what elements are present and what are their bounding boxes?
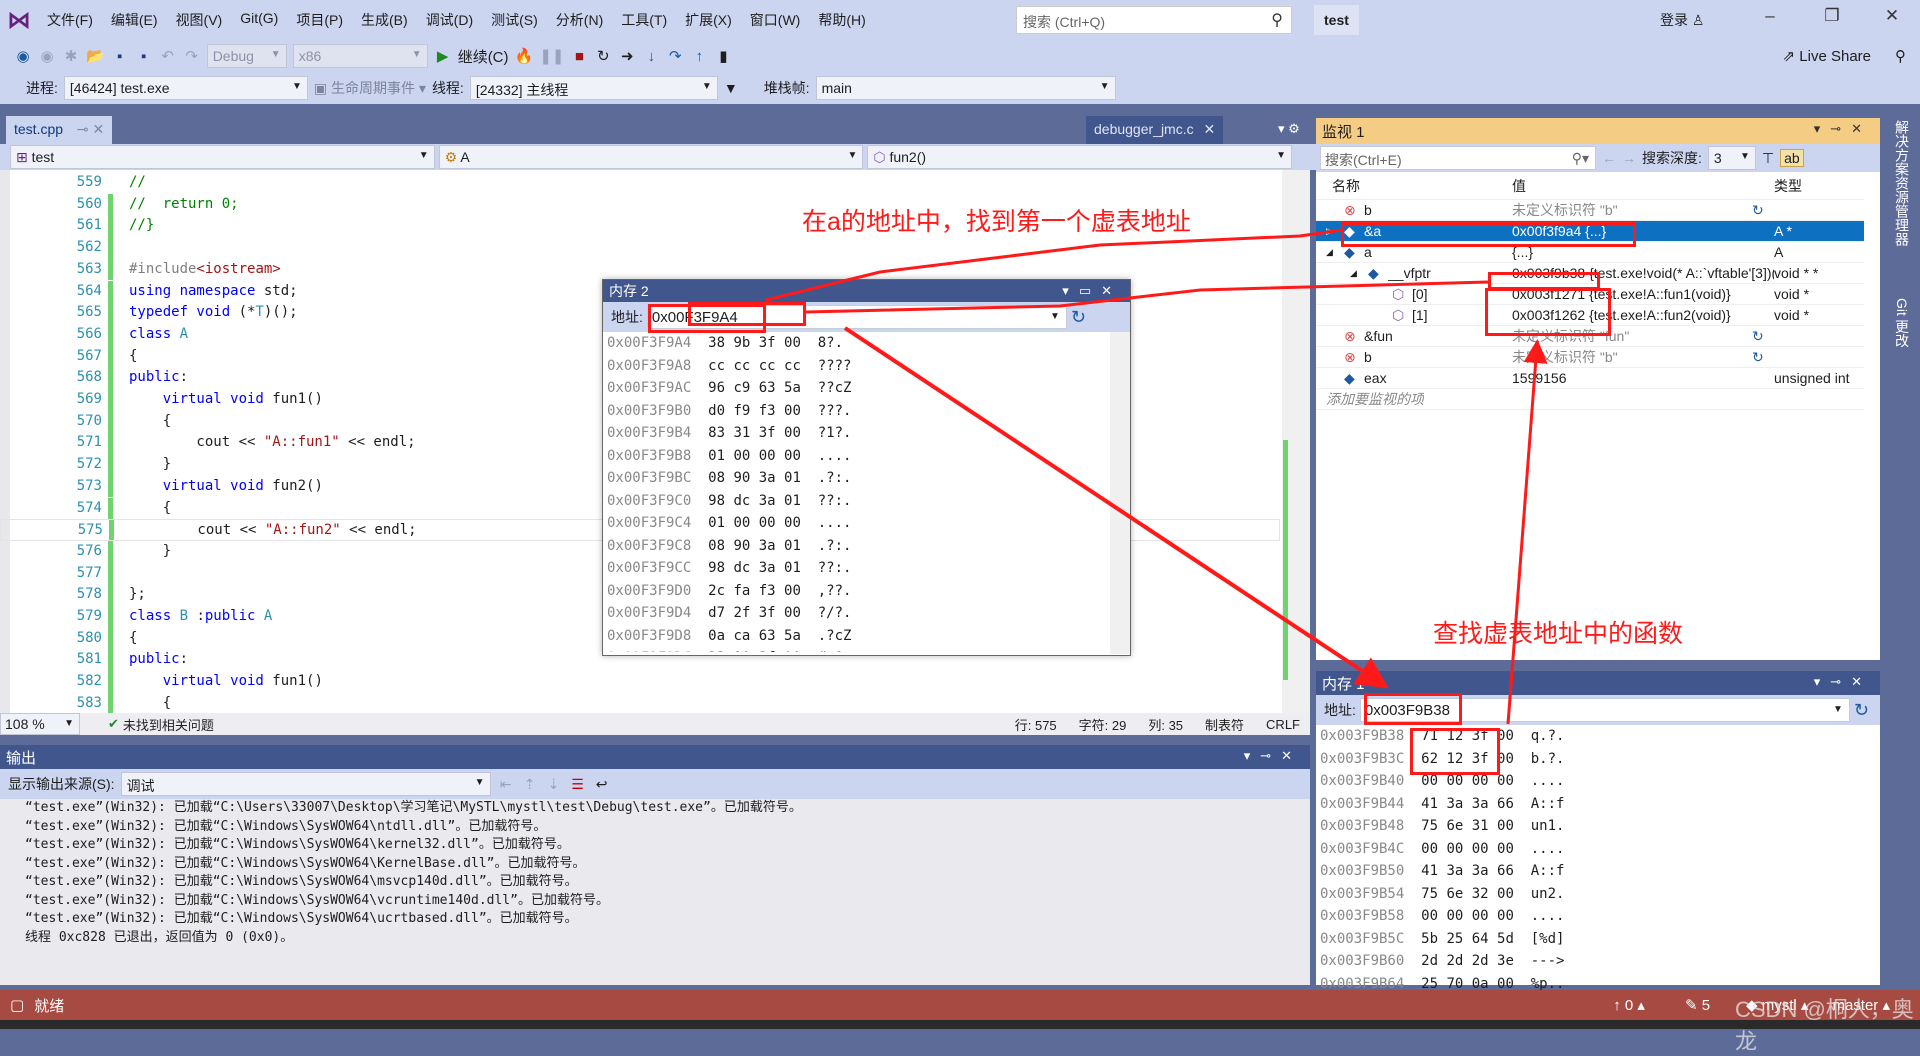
- annotation-arrows: [765, 228, 1548, 725]
- arrow-memory1-to-entries: [1506, 339, 1548, 725]
- arrow-bytes-to-vfptr: [805, 280, 1489, 314]
- arrow-vtable-to-memory1: [843, 326, 1389, 689]
